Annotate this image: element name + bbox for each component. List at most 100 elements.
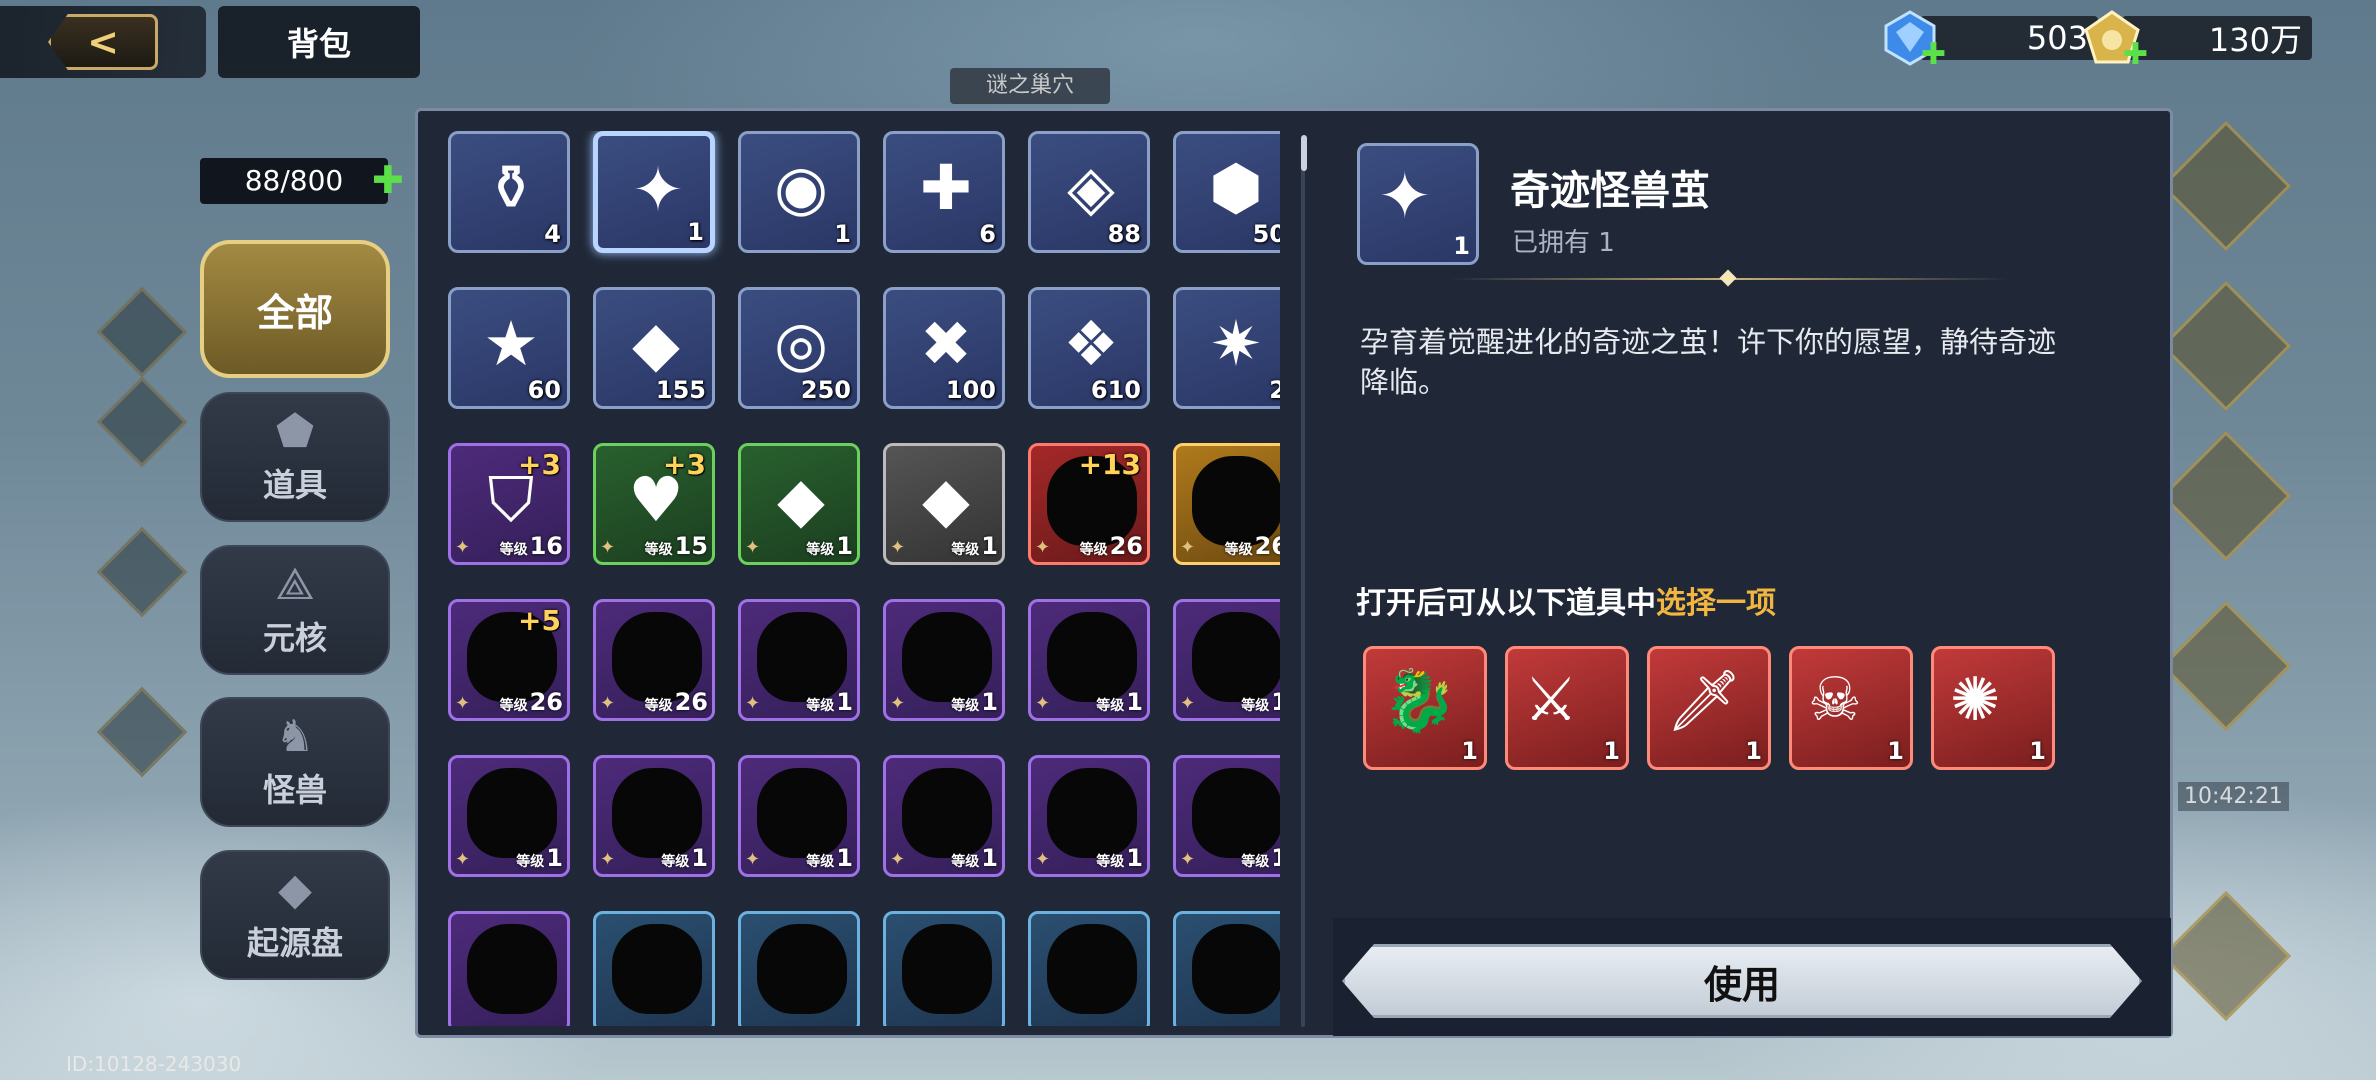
tab-all[interactable]: 全部 [200, 240, 390, 378]
inventory-item[interactable]: ❖ 610 [1028, 287, 1150, 409]
tab-origin-disk[interactable]: ◆ 起源盘 [200, 850, 390, 980]
scrollbar-thumb[interactable] [1301, 135, 1307, 171]
inventory-item[interactable]: +5 ✦ 等级26 [448, 599, 570, 721]
reward-option[interactable]: ✺ 1 [1931, 646, 2055, 770]
inventory-item[interactable] [738, 911, 860, 1026]
inventory-item[interactable]: ✦ 等级1 [1173, 755, 1280, 877]
item-level: 等级1 [516, 844, 563, 872]
tab-label: 怪兽 [262, 771, 327, 809]
level-value: 1 [691, 844, 708, 872]
level-label: 等级 [516, 854, 545, 870]
item-count: 6 [979, 220, 996, 248]
item-count: 250 [800, 376, 851, 404]
inventory-item[interactable] [448, 911, 570, 1026]
inventory-item[interactable]: ⚱ 4 [448, 131, 570, 253]
level-label: 等级 [1241, 698, 1270, 714]
inventory-item[interactable]: ✦ 等级1 [883, 755, 1005, 877]
item-art-icon: ✖ [920, 307, 972, 380]
reward-option[interactable]: 🐉 1 [1363, 646, 1487, 770]
rank-icon: ✦ [745, 693, 761, 714]
inventory-item[interactable] [593, 911, 715, 1026]
expand-capacity-icon[interactable]: ✚ [372, 158, 404, 202]
capacity-counter: 88/800 [200, 158, 388, 204]
inventory-item[interactable]: ✦ 等级1 [738, 599, 860, 721]
level-label: 等级 [951, 698, 980, 714]
inventory-item[interactable]: ♥ +3 ✦ 等级15 [593, 443, 715, 565]
inventory-item[interactable]: ◎ 250 [738, 287, 860, 409]
level-label: 等级 [806, 854, 835, 870]
rank-icon: ✦ [600, 693, 616, 714]
origin-disk-icon: ◆ [278, 864, 312, 915]
add-gem-icon[interactable]: ✚ [1921, 37, 1946, 72]
inventory-item[interactable]: ✦ 等级26 [593, 599, 715, 721]
level-value: 1 [981, 688, 998, 716]
inventory-item[interactable]: ✦ 等级1 [448, 755, 570, 877]
item-level: 等级1 [806, 688, 853, 716]
add-gold-icon[interactable]: ✚ [2123, 37, 2148, 72]
level-label: 等级 [499, 542, 528, 558]
inventory-item[interactable]: ✦ 等级1 [1028, 599, 1150, 721]
inventory-item[interactable]: ◆ ✦ 等级1 [883, 443, 1005, 565]
inventory-item[interactable]: ✦ 1 [593, 131, 715, 253]
currency-gold[interactable]: ✚ 130万 [2082, 10, 2312, 72]
item-count: 88 [1107, 220, 1141, 248]
inventory-item[interactable] [1173, 911, 1280, 1026]
tab-label: 全部 [256, 290, 333, 335]
item-count: 4 [544, 220, 561, 248]
tab-core[interactable]: ⟁ 元核 [200, 545, 390, 675]
inventory-item[interactable]: ✦ 等级1 [738, 755, 860, 877]
inventory-item[interactable]: ✦ 等级1 [883, 599, 1005, 721]
inventory-item[interactable]: ✦ 等级1 [1173, 599, 1280, 721]
level-value: 26 [529, 688, 563, 716]
upgrade-badge: +5 [518, 604, 561, 637]
inventory-item[interactable]: ✦ 等级1 [1028, 755, 1150, 877]
inventory-item[interactable] [883, 911, 1005, 1026]
currency-blue-gem[interactable]: ✚ 503 [1880, 10, 2098, 72]
item-art-icon: ✷ [1210, 307, 1262, 380]
item-art-icon: ⚱ [485, 151, 537, 224]
rank-icon: ✦ [600, 537, 616, 558]
inventory-item[interactable]: ◆ ✦ 等级1 [738, 443, 860, 565]
rank-icon: ✦ [455, 537, 471, 558]
level-label: 等级 [499, 698, 528, 714]
item-grid[interactable]: ⚱4✦1◉1✚6◈88⬢50★60◆155◎250✖100❖610✷2⛉+3✦等… [448, 131, 1280, 1026]
inventory-item[interactable]: ◆ 155 [593, 287, 715, 409]
monster-silhouette-icon [757, 924, 847, 1014]
item-art-icon: ◈ [1067, 151, 1115, 224]
monster-silhouette-icon [1047, 924, 1137, 1014]
inventory-item[interactable]: ✷2 [1173, 287, 1280, 409]
inventory-item[interactable]: ✦ 等级1 [593, 755, 715, 877]
upgrade-badge: +3 [663, 448, 706, 481]
back-button[interactable]: < [0, 6, 206, 78]
scrollbar-track[interactable] [1301, 137, 1305, 1027]
tab-monster[interactable]: ♞ 怪兽 [200, 697, 390, 827]
inventory-item[interactable]: ✖ 100 [883, 287, 1005, 409]
inventory-item[interactable]: ◉ 1 [738, 131, 860, 253]
level-value: 26 [674, 688, 708, 716]
inventory-item[interactable] [1028, 911, 1150, 1026]
level-label: 等级 [1096, 698, 1125, 714]
item-level: 等级1 [951, 844, 998, 872]
inventory-item[interactable]: ★ 60 [448, 287, 570, 409]
tab-items[interactable]: ⬟ 道具 [200, 392, 390, 522]
inventory-item[interactable]: ✦ 等级26 [1173, 443, 1280, 565]
level-label: 等级 [1079, 542, 1108, 558]
inventory-item[interactable]: ◈ 88 [1028, 131, 1150, 253]
item-count: 60 [527, 376, 561, 404]
inventory-item[interactable]: ⛉ +3 ✦ 等级16 [448, 443, 570, 565]
use-button[interactable]: 使用 [1342, 944, 2142, 1018]
level-label: 等级 [1096, 854, 1125, 870]
rank-icon: ✦ [1180, 849, 1196, 870]
inventory-item[interactable]: ✚ 6 [883, 131, 1005, 253]
item-art-icon: ◎ [773, 307, 829, 380]
reward-option[interactable]: ☠ 1 [1789, 646, 1913, 770]
monster-icon: ♞ [275, 711, 315, 762]
reward-option[interactable]: ⚔ 1 [1505, 646, 1629, 770]
reward-art-icon: ✺ [1950, 665, 2001, 735]
item-art-icon: ◆ [922, 463, 970, 536]
inventory-item[interactable]: +13 ✦ 等级26 [1028, 443, 1150, 565]
inventory-item[interactable]: ⬢50 [1173, 131, 1280, 253]
item-art-icon: ❖ [1063, 307, 1119, 380]
reward-option[interactable]: 🗡 1 [1647, 646, 1771, 770]
monster-silhouette-icon [612, 924, 702, 1014]
